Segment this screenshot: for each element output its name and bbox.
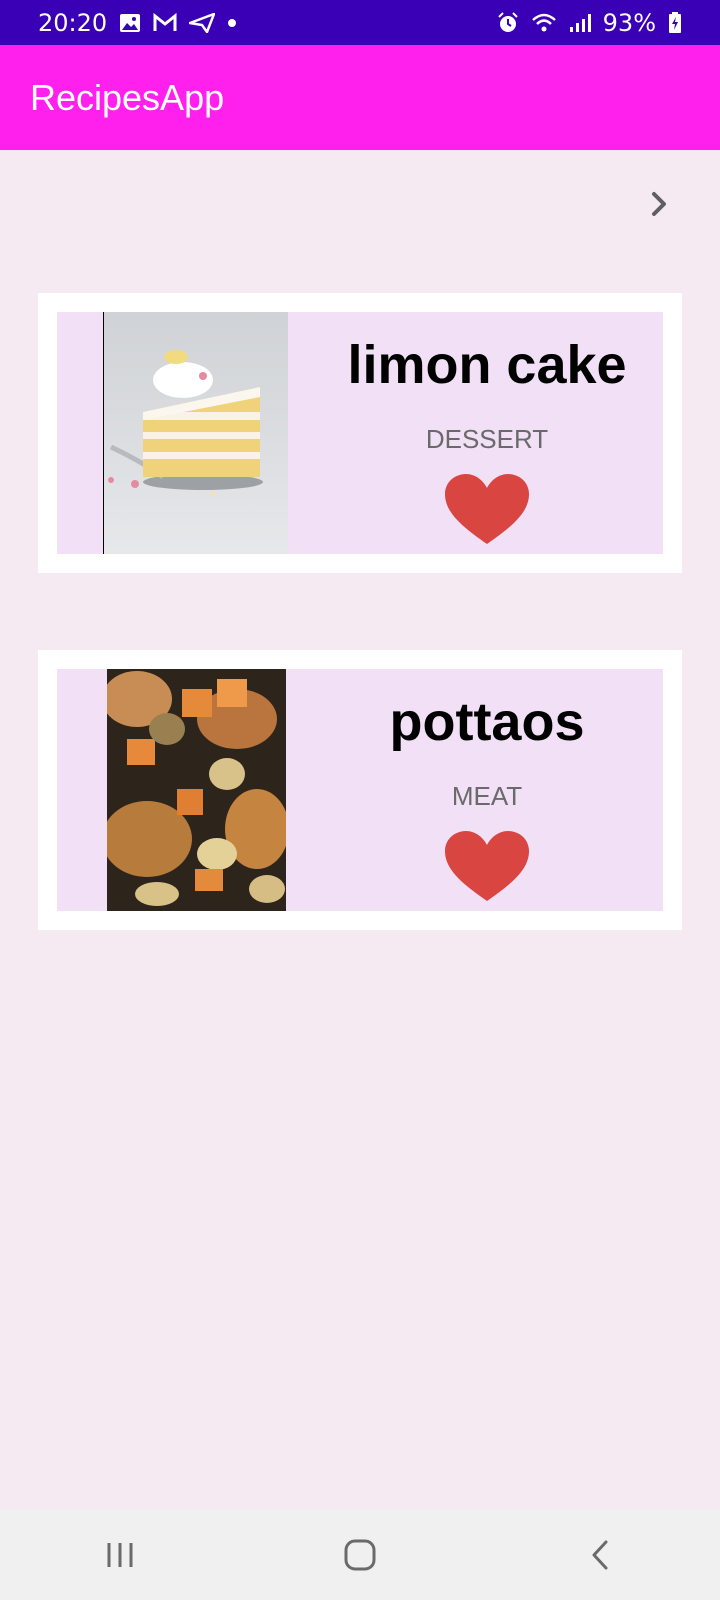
alarm-icon <box>497 11 519 34</box>
recipe-category: MEAT <box>451 781 523 811</box>
status-time: 20:20 <box>38 8 108 37</box>
send-icon <box>189 12 216 33</box>
gmail-icon <box>153 12 177 33</box>
status-bar: 20:20 93% <box>0 0 720 45</box>
recent-apps-icon <box>107 1542 133 1567</box>
image-icon <box>119 13 141 33</box>
recent-apps-button[interactable] <box>80 1525 160 1585</box>
system-nav-bar <box>0 1509 720 1600</box>
next-chevron-button[interactable] <box>644 184 674 224</box>
dot-icon <box>227 18 237 28</box>
favorite-heart-icon[interactable] <box>443 831 531 903</box>
wifi-icon <box>531 12 557 34</box>
app-title: RecipesApp <box>30 76 225 118</box>
recipe-card-content: limon cake DESSERT <box>57 312 663 554</box>
status-left: 20:20 <box>38 9 237 37</box>
signal-icon <box>569 13 591 33</box>
back-button[interactable] <box>560 1525 640 1585</box>
cake-image <box>103 312 288 554</box>
home-icon <box>344 1539 376 1570</box>
recipe-card[interactable]: pottaos MEAT <box>38 650 682 930</box>
recipe-card[interactable]: limon cake DESSERT <box>38 293 682 573</box>
app-bar: RecipesApp <box>0 45 720 150</box>
home-button[interactable] <box>320 1525 400 1585</box>
recipe-title: limon cake <box>347 335 627 395</box>
roast-chicken-potatoes-image <box>107 669 286 911</box>
recipe-category: DESSERT <box>425 424 549 454</box>
recipe-card-content: pottaos MEAT <box>57 669 663 911</box>
recipe-title: pottaos <box>389 692 585 752</box>
favorite-heart-icon[interactable] <box>443 474 531 546</box>
battery-percent: 93% <box>602 8 656 37</box>
status-right: 93% <box>497 9 682 37</box>
battery-icon <box>668 11 682 34</box>
back-icon <box>592 1540 608 1569</box>
chevron-right-icon <box>652 192 666 216</box>
